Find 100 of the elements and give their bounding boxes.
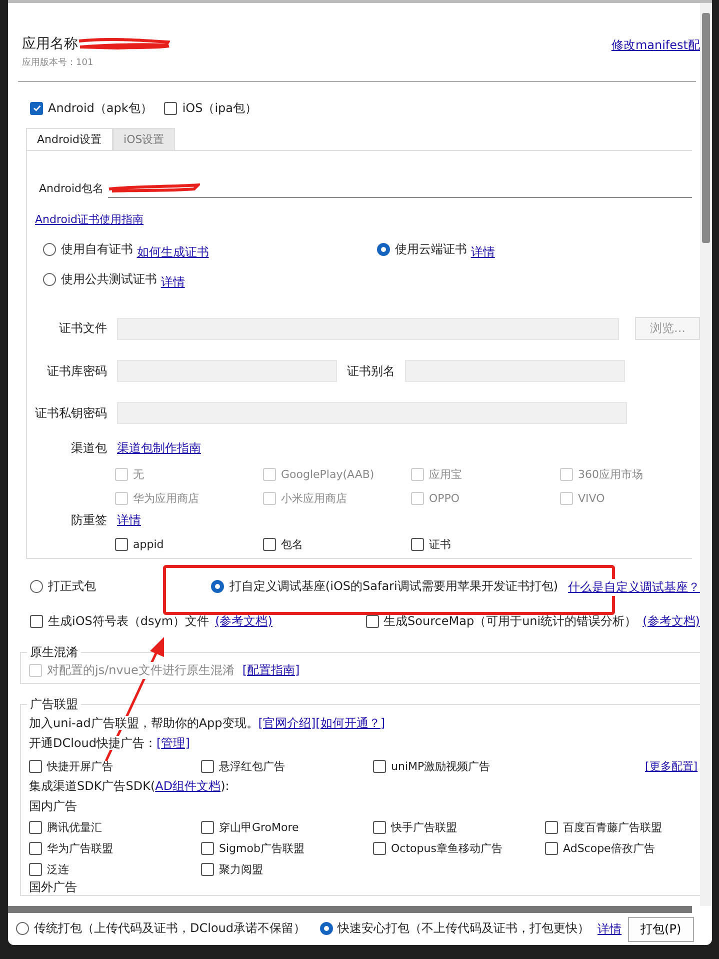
group-title: 广告联盟 — [27, 696, 81, 713]
radio-button[interactable] — [16, 922, 29, 935]
debug-base-link[interactable]: 什么是自定义调试基座？ — [568, 578, 700, 596]
details-link[interactable]: 详情 — [598, 920, 622, 938]
checkbox[interactable] — [29, 863, 42, 876]
checkbox[interactable] — [201, 821, 214, 834]
checkbox-label: 生成SourceMap（可用于uni统计的错误分析） — [384, 613, 637, 630]
field-label: 渠道包 — [70, 440, 107, 457]
checkbox-label: 穿山甲GroMore — [219, 820, 299, 835]
radio-label: 使用云端证书 — [395, 241, 467, 258]
checkbox-label: 泛连 — [47, 862, 69, 877]
tab[interactable]: iOS设置 — [112, 128, 176, 150]
sdk-text: 集成渠道SDK广告SDK(AD组件文档): — [29, 778, 230, 794]
details-link[interactable]: 如何生成证书 — [136, 245, 209, 259]
checkbox-label: 证书 — [429, 537, 451, 552]
platform-label: iOS（ipa包） — [182, 100, 258, 116]
field-label: 证书文件 — [58, 320, 107, 337]
intro-link[interactable]: [官网介绍] — [258, 716, 316, 730]
cert-file-field[interactable] — [117, 318, 619, 340]
intro-link[interactable]: [如何开通？] — [316, 716, 386, 730]
docs-link[interactable]: (参考文档) — [642, 613, 700, 630]
radio-button[interactable] — [377, 243, 390, 256]
radio-label: 传统打包（上传代码及证书，DCloud承诺不保留） — [34, 920, 306, 937]
checkbox[interactable] — [201, 760, 214, 773]
checkbox[interactable] — [545, 821, 558, 834]
checkbox[interactable] — [201, 842, 214, 855]
radio-label: 快速安心打包（不上传代码及证书，打包更快） — [338, 920, 590, 937]
checkbox-label: 包名 — [281, 537, 303, 552]
field-label: 证书别名 — [347, 362, 395, 380]
checkbox-label: Octopus章鱼移动广告 — [391, 841, 502, 856]
password-field[interactable] — [117, 402, 627, 424]
docs-link[interactable]: (参考文档) — [215, 613, 272, 630]
platform-label: Android（apk包） — [48, 100, 152, 116]
checkbox[interactable] — [115, 538, 128, 551]
checkbox[interactable] — [263, 538, 276, 551]
radio-button[interactable] — [211, 580, 224, 593]
more-config-link[interactable]: [更多配置] — [645, 759, 700, 774]
details-link[interactable]: 详情 — [117, 512, 141, 529]
checkbox[interactable] — [30, 102, 43, 114]
ad-docs-link[interactable]: AD组件文档 — [155, 779, 221, 793]
radio-button[interactable] — [320, 922, 333, 935]
app-name-label: 应用名称 — [22, 35, 78, 53]
checkbox-label: 华为广告联盟 — [47, 841, 113, 856]
radio-button[interactable] — [43, 273, 56, 286]
scrollbar[interactable] — [700, 3, 712, 906]
field-label: 防重签 — [70, 512, 107, 529]
checkbox[interactable] — [30, 615, 43, 628]
checkbox[interactable] — [411, 538, 424, 551]
checkbox[interactable] — [29, 821, 42, 834]
radio-label: 打自定义调试基座(iOS的Safari调试需要用苹果开发证书打包) — [229, 578, 558, 595]
pack-button[interactable]: 打包(P) — [628, 916, 694, 942]
checkbox-label: AdScope倍孜广告 — [563, 841, 655, 856]
radio-button[interactable] — [30, 580, 43, 593]
section-title: 国外广告 — [29, 879, 78, 895]
checkbox-label: 聚力阅盟 — [219, 862, 263, 877]
checkbox[interactable] — [201, 863, 214, 876]
checkbox-label: GooglePlay(AAB) — [281, 468, 374, 481]
checkbox[interactable] — [164, 102, 178, 114]
checkbox-label: uniMP激励视频广告 — [391, 759, 490, 774]
checkbox-label: 无 — [133, 467, 144, 482]
checkbox-label: 360应用市场 — [578, 467, 643, 482]
checkbox[interactable] — [545, 842, 558, 855]
checkbox-label: 腾讯优量汇 — [47, 820, 102, 835]
checkbox-label: OPPO — [429, 492, 460, 505]
version-text: 应用版本号：101 — [21, 56, 94, 69]
scrollbar[interactable] — [8, 906, 692, 913]
channel-guide-link[interactable]: 渠道包制作指南 — [117, 440, 201, 457]
password-field[interactable] — [117, 360, 337, 382]
details-link[interactable]: 详情 — [160, 275, 185, 289]
cert-guide-link[interactable]: Android证书使用指南 — [35, 212, 144, 227]
radio-label: 打正式包 — [48, 578, 96, 595]
checkbox[interactable] — [366, 615, 379, 628]
manage-link[interactable]: [管理] — [156, 736, 190, 750]
checkbox[interactable] — [373, 842, 386, 855]
checkbox[interactable] — [29, 842, 42, 855]
field-label: Android包名 — [39, 180, 104, 196]
radio-label: 使用自有证书 — [61, 241, 133, 258]
checkbox-label: 应用宝 — [429, 467, 462, 482]
tab[interactable]: Android设置 — [26, 128, 113, 150]
checkbox[interactable] — [29, 760, 42, 773]
checkbox-label: 华为应用商店 — [133, 491, 199, 506]
field-label: 证书库密码 — [46, 362, 107, 380]
radio-button[interactable] — [43, 243, 56, 256]
alias-field[interactable] — [405, 360, 625, 382]
checkbox-label: VIVO — [578, 492, 605, 505]
check-icon — [32, 103, 42, 113]
checkbox-label: 小米应用商店 — [281, 491, 347, 506]
checkbox[interactable] — [373, 821, 386, 834]
details-link[interactable]: 详情 — [470, 245, 495, 259]
section-title: 国内广告 — [29, 798, 78, 814]
checkbox-label: appid — [133, 538, 164, 551]
checkbox-label: 百度百青藤广告联盟 — [563, 820, 662, 835]
checkbox-label: Sigmob广告联盟 — [219, 841, 304, 856]
field-label: 证书私钥密码 — [35, 404, 107, 422]
checkbox-label: 悬浮红包广告 — [219, 759, 285, 774]
checkbox-label: 快手广告联盟 — [391, 820, 457, 835]
checkbox-label: 快捷开屏广告 — [47, 759, 113, 774]
radio-label: 使用公共测试证书 — [61, 271, 157, 288]
manifest-link[interactable]: 修改manifest配 — [611, 37, 700, 54]
checkbox[interactable] — [373, 760, 386, 773]
